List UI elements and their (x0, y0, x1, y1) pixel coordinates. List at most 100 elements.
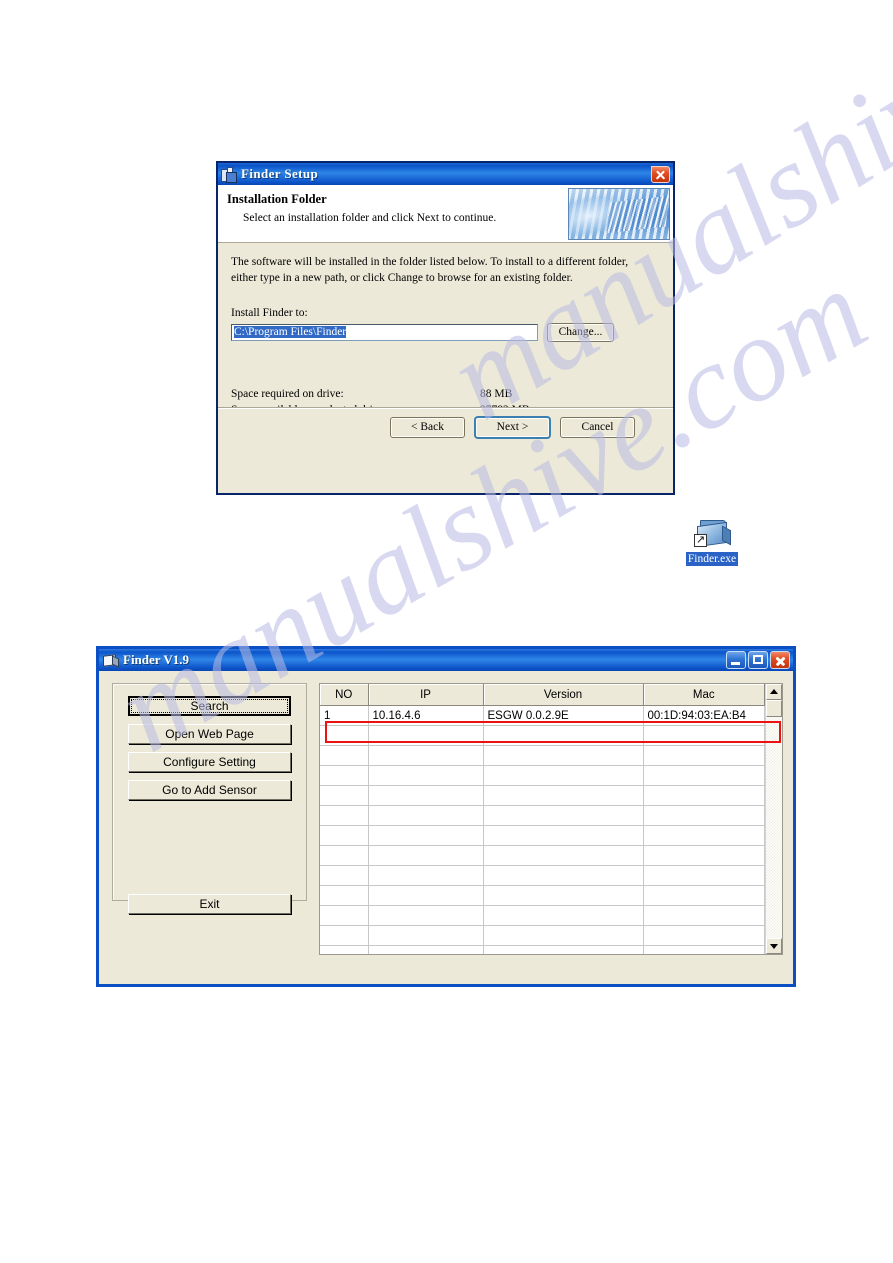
minimize-icon[interactable] (726, 651, 746, 669)
window-controls (726, 651, 793, 669)
cell-empty (643, 825, 765, 846)
table-row-empty[interactable] (320, 825, 765, 846)
cell-empty (643, 765, 765, 786)
scrollbar-track[interactable] (766, 717, 782, 938)
finder-body: Search Open Web Page Configure Setting G… (99, 671, 793, 984)
device-table-body: 1 10.16.4.6 ESGW 0.0.2.9E 00:1D:94:03:EA… (320, 705, 765, 726)
finder-exe-shortcut[interactable]: ↗ Finder.exe (677, 519, 747, 567)
cell-empty (320, 725, 369, 746)
next-button[interactable]: Next > (475, 417, 550, 438)
open-web-page-button[interactable]: Open Web Page (128, 724, 291, 744)
cell-mac: 00:1D:94:03:EA:B4 (643, 705, 765, 726)
table-row-empty[interactable] (320, 885, 765, 906)
cell-empty (483, 885, 644, 906)
cell-empty (483, 745, 644, 766)
vertical-scrollbar[interactable] (765, 684, 782, 954)
cell-empty (368, 785, 484, 806)
close-icon[interactable] (770, 651, 790, 669)
cell-empty (483, 725, 644, 746)
table-row-empty[interactable] (320, 785, 765, 806)
maximize-icon[interactable] (748, 651, 768, 669)
setup-header: Installation Folder Select an installati… (218, 185, 673, 243)
cell-empty (320, 785, 369, 806)
cell-empty (368, 805, 484, 826)
setup-footer: < Back Next > Cancel (218, 407, 673, 450)
finder-window-title: Finder V1.9 (123, 652, 189, 667)
cell-empty (483, 845, 644, 866)
cell-ip: 10.16.4.6 (368, 705, 484, 726)
cell-empty (643, 785, 765, 806)
msi-installer-icon (221, 166, 237, 183)
column-header-mac[interactable]: Mac (643, 684, 765, 706)
column-header-version[interactable]: Version (483, 684, 644, 706)
cell-empty (368, 945, 484, 954)
space-required-value: 88 MB (480, 388, 513, 401)
focus-indicator (131, 699, 288, 713)
cell-empty (320, 885, 369, 906)
cell-empty (320, 925, 369, 946)
exit-button[interactable]: Exit (128, 894, 291, 914)
scroll-up-arrow-icon[interactable] (766, 684, 782, 700)
install-path-value: C:\Program Files\Finder (234, 326, 347, 339)
cell-empty (368, 745, 484, 766)
setup-window-title: Finder Setup (241, 166, 319, 181)
close-icon[interactable] (651, 165, 670, 183)
keyboard-hands-banner-image (568, 188, 670, 240)
search-button[interactable]: Search (128, 696, 291, 716)
finder-titlebar: Finder V1.9 (99, 649, 793, 671)
cell-empty (368, 845, 484, 866)
table-row-empty[interactable] (320, 945, 765, 954)
cell-empty (483, 785, 644, 806)
column-header-ip[interactable]: IP (368, 684, 484, 706)
change-folder-button[interactable]: Change... (547, 323, 614, 343)
table-row-empty[interactable] (320, 765, 765, 786)
cell-empty (483, 925, 644, 946)
cell-empty (368, 905, 484, 926)
shortcut-arrow-icon: ↗ (694, 533, 707, 547)
action-button-panel: Search Open Web Page Configure Setting G… (112, 683, 307, 914)
cell-empty (320, 905, 369, 926)
setup-paragraph-line2: either type in a new path, or click Chan… (231, 271, 573, 284)
go-to-add-sensor-button[interactable]: Go to Add Sensor (128, 780, 291, 800)
folder-shortcut-icon: ↗ (694, 519, 731, 549)
cell-empty (483, 765, 644, 786)
cell-empty (483, 945, 644, 954)
table-row-empty[interactable] (320, 905, 765, 926)
cell-empty (320, 745, 369, 766)
cell-empty (483, 825, 644, 846)
column-header-no[interactable]: NO (320, 684, 369, 706)
table-row-empty[interactable] (320, 745, 765, 766)
cell-version: ESGW 0.0.2.9E (483, 705, 644, 726)
cell-empty (643, 945, 765, 954)
setup-body: The software will be installed in the fo… (218, 243, 673, 450)
table-row-empty[interactable] (320, 805, 765, 826)
configure-setting-button[interactable]: Configure Setting (128, 752, 291, 772)
application-icon (103, 654, 119, 668)
cell-empty (483, 805, 644, 826)
back-button[interactable]: < Back (390, 417, 465, 438)
device-table-container: NO IP Version Mac 1 10.16.4.6 ESGW 0.0.2… (319, 683, 783, 955)
setup-heading: Installation Folder (227, 192, 327, 206)
cancel-button[interactable]: Cancel (560, 417, 635, 438)
cell-empty (643, 725, 765, 746)
install-path-label: Install Finder to: (231, 307, 308, 320)
cell-no: 1 (320, 705, 369, 726)
table-row[interactable]: 1 10.16.4.6 ESGW 0.0.2.9E 00:1D:94:03:EA… (320, 705, 765, 726)
scrollbar-thumb[interactable] (766, 700, 782, 717)
table-row-empty[interactable] (320, 865, 765, 886)
cell-empty (320, 865, 369, 886)
table-row-empty[interactable] (320, 925, 765, 946)
cell-empty (368, 725, 484, 746)
install-path-input[interactable]: C:\Program Files\Finder (231, 324, 538, 342)
setup-subheading: Select an installation folder and click … (243, 212, 497, 224)
shortcut-label: Finder.exe (685, 552, 739, 566)
empty-rows-body (320, 725, 765, 954)
table-row-empty[interactable] (320, 725, 765, 746)
install-path-row: C:\Program Files\Finder Change... (231, 323, 660, 343)
cell-empty (320, 945, 369, 954)
table-row-empty[interactable] (320, 845, 765, 866)
device-table: NO IP Version Mac 1 10.16.4.6 ESGW 0.0.2… (320, 684, 765, 954)
cell-empty (368, 825, 484, 846)
cell-empty (483, 865, 644, 886)
scroll-down-arrow-icon[interactable] (766, 938, 782, 954)
